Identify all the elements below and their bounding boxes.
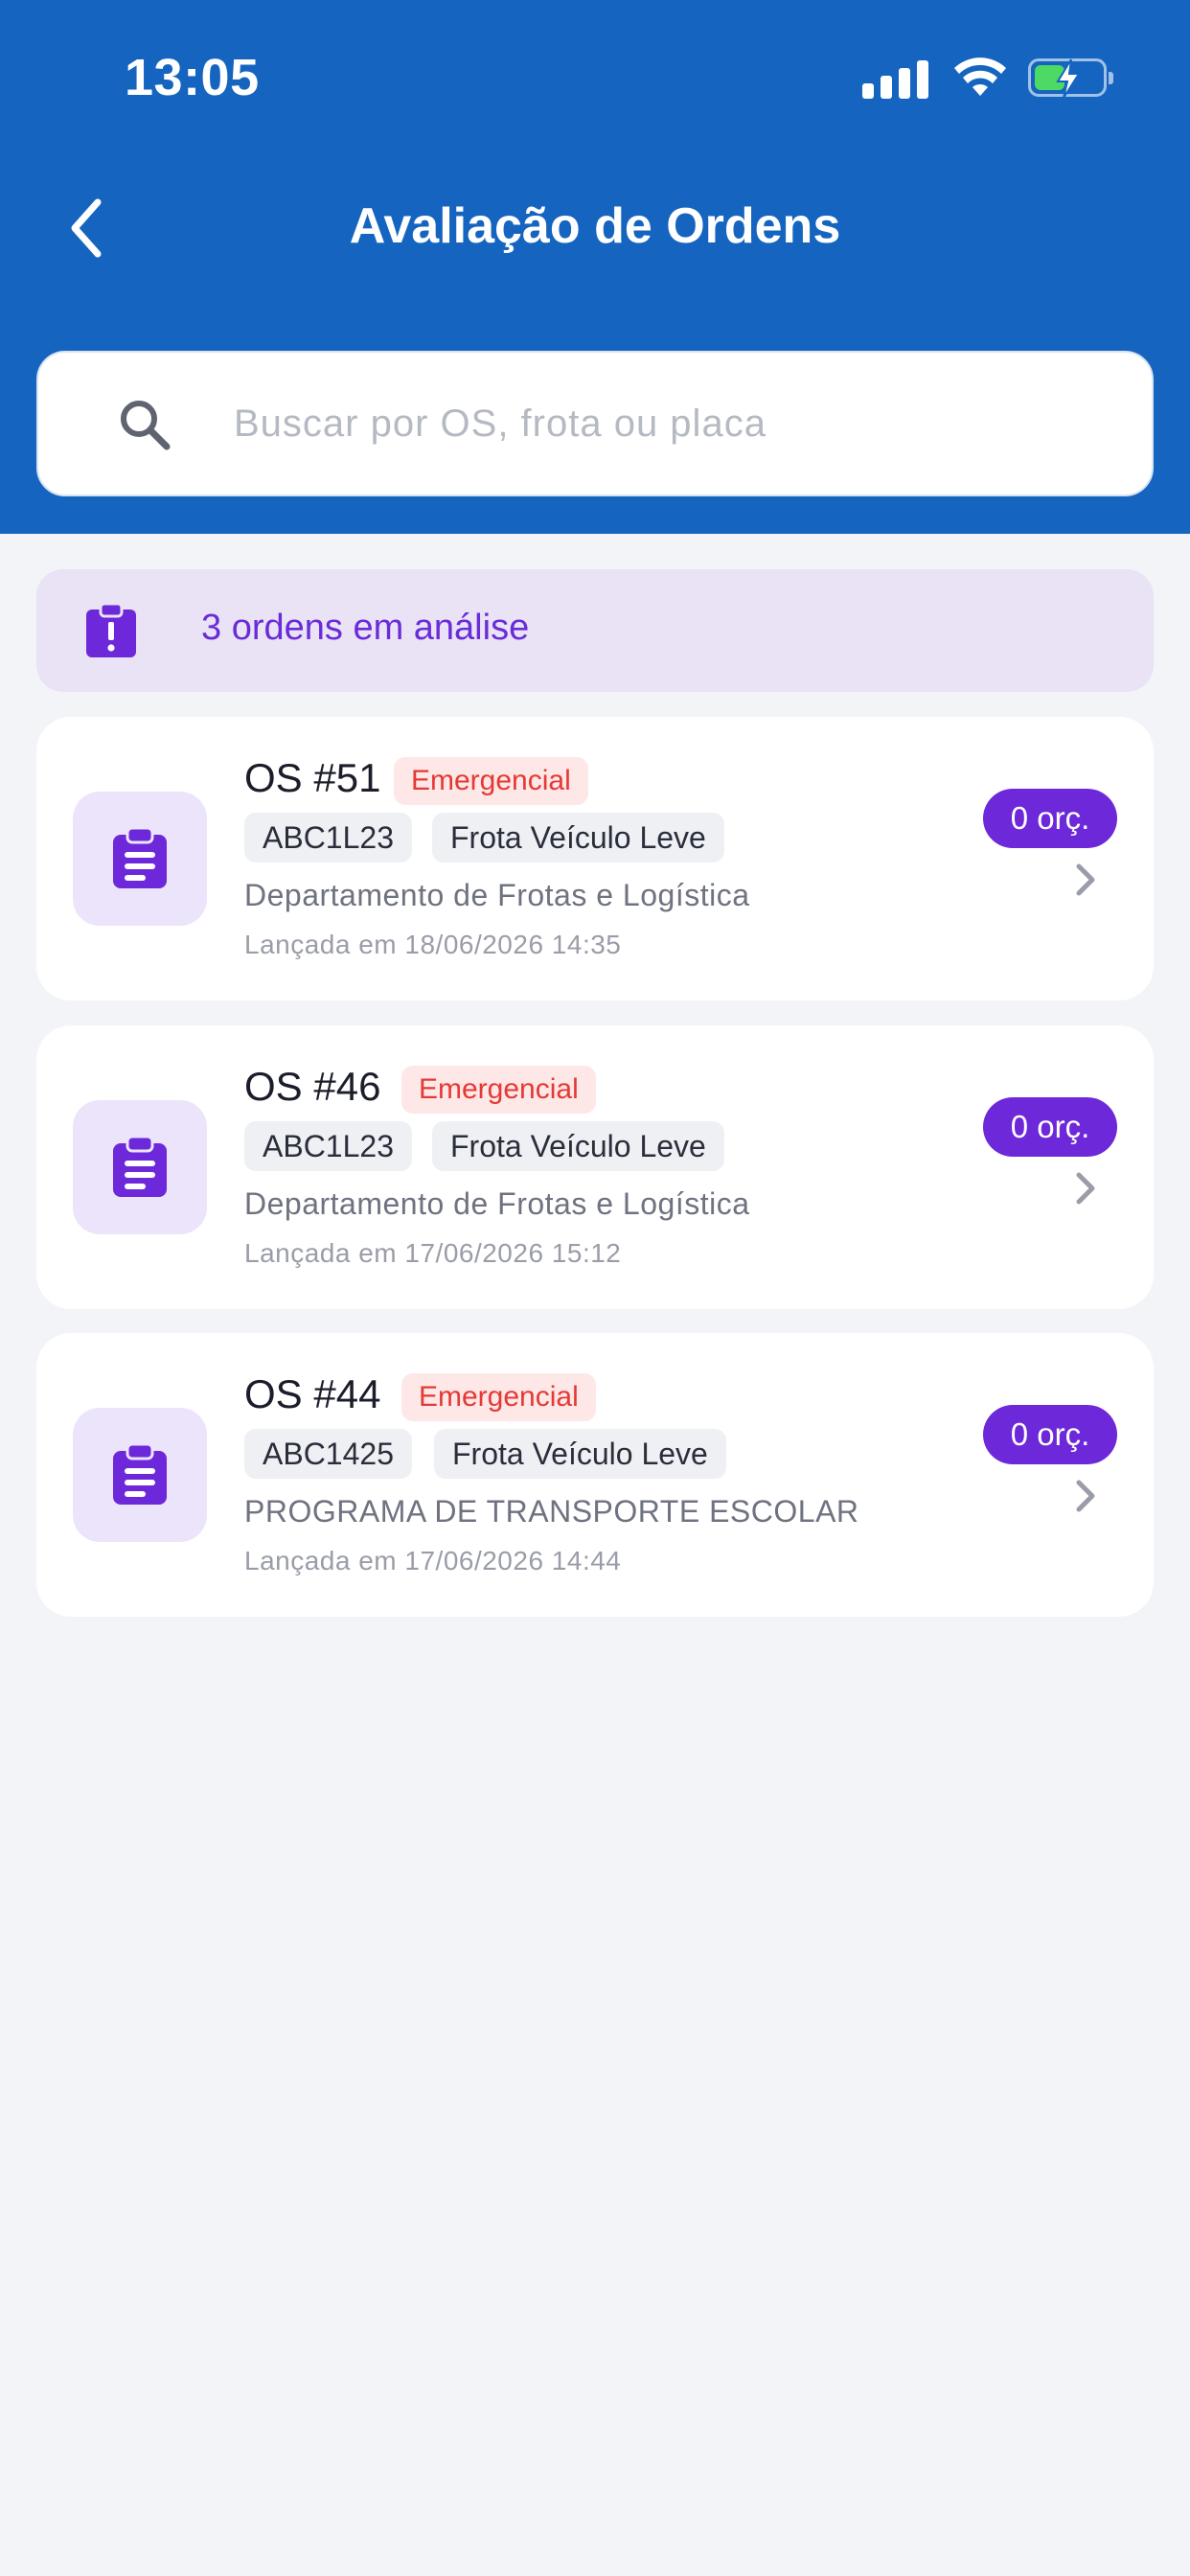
chevron-right-icon (1076, 863, 1095, 896)
order-card[interactable]: OS #44 Emergencial ABC1425 Frota Veículo… (36, 1333, 1154, 1617)
order-number: OS #46 (244, 1064, 381, 1109)
battery-icon (1028, 58, 1113, 99)
quotes-count-badge: 0 orç. (983, 789, 1117, 848)
quotes-count-badge: 0 orç. (983, 1405, 1117, 1464)
search-bar[interactable] (36, 351, 1154, 496)
search-icon (121, 401, 171, 450)
order-number: OS #51 (244, 755, 381, 800)
priority-badge: Emergencial (394, 757, 588, 805)
clipboard-list-icon (113, 1443, 167, 1505)
chevron-right-icon (1076, 1172, 1095, 1205)
cellular-signal-icon (862, 57, 928, 99)
plate-tag: ABC1425 (244, 1429, 412, 1479)
order-number: OS #44 (244, 1371, 381, 1416)
launch-date: Lançada em 17/06/2026 14:44 (244, 1546, 622, 1576)
order-icon-box (73, 1408, 207, 1542)
department-text: Departamento de Frotas e Logística (244, 878, 750, 912)
clipboard-alert-icon (86, 603, 136, 657)
fleet-tag: Frota Veículo Leve (434, 1429, 726, 1479)
order-card[interactable]: OS #51 Emergencial ABC1L23 Frota Veículo… (36, 717, 1154, 1000)
department-text: PROGRAMA DE TRANSPORTE ESCOLAR (244, 1494, 859, 1529)
page-title: Avaliação de Ordens (349, 198, 841, 254)
status-icons (862, 54, 1113, 102)
app-header: 13:05 Avaliação de Ordens (0, 0, 1190, 534)
summary-text: 3 ordens em análise (201, 608, 530, 648)
priority-badge: Emergencial (401, 1373, 596, 1421)
clipboard-list-icon (113, 827, 167, 888)
wifi-icon (954, 58, 1006, 96)
fleet-tag: Frota Veículo Leve (432, 813, 724, 862)
orders-summary-banner: 3 ordens em análise (36, 569, 1154, 692)
department-text: Departamento de Frotas e Logística (244, 1186, 750, 1221)
chevron-right-icon (1076, 1480, 1095, 1512)
launch-date: Lançada em 18/06/2026 14:35 (244, 930, 622, 959)
status-time: 13:05 (125, 49, 260, 106)
order-card[interactable]: OS #46 Emergencial ABC1L23 Frota Veículo… (36, 1025, 1154, 1309)
search-input[interactable] (234, 353, 1115, 494)
order-icon-box (73, 1100, 207, 1234)
launch-date: Lançada em 17/06/2026 15:12 (244, 1238, 622, 1268)
order-icon-box (73, 792, 207, 926)
plate-tag: ABC1L23 (244, 1121, 412, 1171)
plate-tag: ABC1L23 (244, 813, 412, 862)
quotes-count-badge: 0 orç. (983, 1097, 1117, 1157)
clipboard-list-icon (113, 1136, 167, 1197)
fleet-tag: Frota Veículo Leve (432, 1121, 724, 1171)
priority-badge: Emergencial (401, 1066, 596, 1114)
